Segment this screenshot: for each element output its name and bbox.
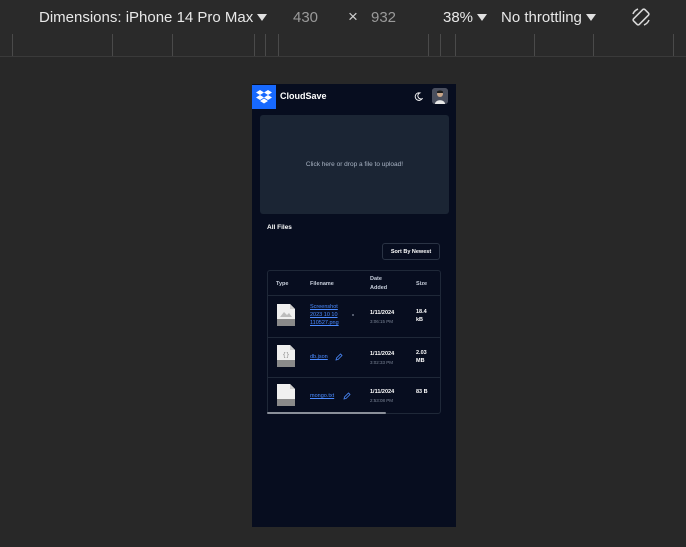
app-header: CloudSave [252,84,456,109]
width-input[interactable]: 430 [293,0,318,34]
device-dimensions-label: Dimensions: iPhone 14 Pro Max [39,8,254,26]
json-file-icon: {} [277,345,295,367]
avatar[interactable] [432,88,448,104]
device-dimensions-dropdown[interactable]: Dimensions: iPhone 14 Pro Max [39,0,268,34]
time-added: 2:53:08 PM [370,398,394,403]
files-table: Type Filename Date Added Size Screenshot… [267,270,441,414]
date-added: 1/11/2024 [370,351,395,357]
pencil-icon[interactable] [343,392,351,400]
ruler-marker [534,34,535,56]
height-input[interactable]: 932 [371,0,396,34]
file-link[interactable]: mongo.txt [310,392,334,400]
devtools-toolbar: Dimensions: iPhone 14 Pro Max 430 × 932 … [0,0,686,35]
chevron-down-icon [585,13,596,21]
file-link[interactable]: db.json [310,353,328,361]
ruler-marker [455,34,456,56]
file-upload-dropzone[interactable]: Click here or drop a file to upload! [260,115,449,214]
ruler-marker [172,34,173,56]
throttling-dropdown[interactable]: No throttling [501,0,596,34]
file-size: 2.03 MB [416,350,427,364]
time-added: 3:06:15 PM [370,319,394,324]
row-divider [268,337,440,338]
ruler-marker [440,34,441,56]
theme-toggle-button[interactable] [411,89,425,103]
chevron-down-icon [257,13,268,21]
ruler-marker [265,34,266,56]
dropbox-icon [256,90,272,104]
moon-icon [414,91,423,101]
app-title: CloudSave [280,91,327,101]
times-symbol: × [348,7,358,26]
device-viewport: CloudSave Click here or drop a file to u… [252,84,456,527]
horizontal-scrollbar[interactable] [267,412,386,414]
text-file-icon [277,384,295,406]
upload-instructions: Click here or drop a file to upload! [305,161,404,168]
svg-text:{}: {} [282,352,289,359]
pencil-icon[interactable] [335,353,343,361]
ruler-marker [673,34,674,56]
date-added: 1/11/2024 [370,310,395,316]
file-size: 83 B [416,389,428,395]
header-divider [268,295,440,296]
zoom-label: 38% [443,8,474,26]
rotate-button[interactable] [630,0,652,34]
ruler-marker [428,34,429,56]
media-query-bar [0,34,686,57]
row-divider [268,377,440,378]
zoom-dropdown[interactable]: 38% [443,0,488,34]
file-size: 18.4 kB [416,309,427,323]
user-avatar-icon [432,88,448,104]
date-added: 1/11/2024 [370,389,395,395]
chevron-down-icon [477,13,488,21]
time-added: 3:02:33 PM [370,360,394,365]
ruler-marker [593,34,594,56]
app-logo[interactable] [252,85,276,109]
file-link[interactable]: Screenshot 2023 10 10 110527.png [310,303,350,327]
column-header-filename: Filename [310,281,334,287]
ruler-marker [254,34,255,56]
column-header-date: Date Added [370,276,388,291]
ruler-marker [112,34,113,56]
section-title: All Files [267,224,292,231]
ruler-marker [278,34,279,56]
throttling-label: No throttling [501,8,582,26]
edit-icon[interactable] [351,313,355,317]
column-header-size: Size [416,281,428,287]
column-header-type: Type [276,281,289,287]
image-file-icon [277,304,295,326]
sort-button[interactable]: Sort By Newest [382,243,440,260]
ruler-marker [12,34,13,56]
rotate-icon [632,8,650,26]
